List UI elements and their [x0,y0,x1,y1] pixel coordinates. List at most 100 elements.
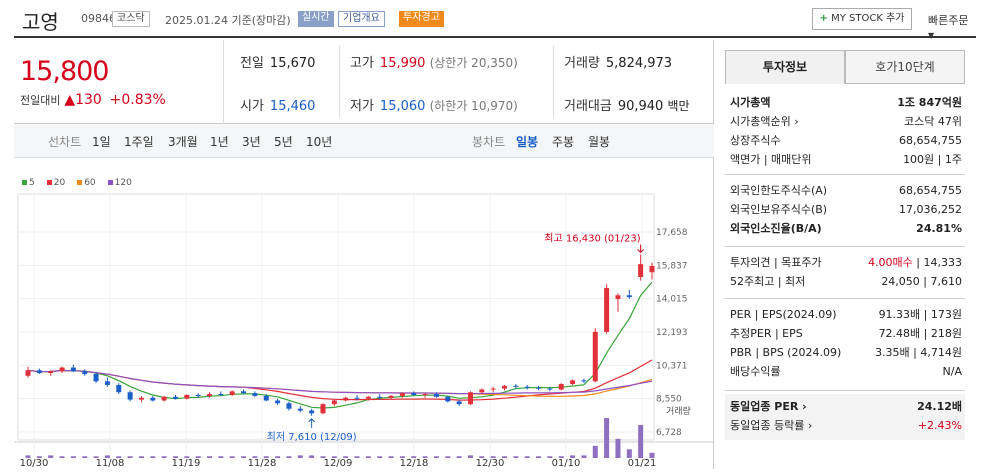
volume-bar [275,456,281,458]
price-chart[interactable]: 5 20 60 120 17,658 15,837 14,015 12,193 10,371 8… [14,158,714,469]
candle [536,387,542,389]
realtime-button[interactable]: 실시간 [298,11,334,27]
legend-item: 5 [22,178,41,188]
tab-monthly[interactable]: 월봉 [588,133,610,150]
volume-bar [570,455,576,458]
upper-limit: (상한가 20,350) [429,56,518,70]
quick-order-button[interactable]: 빠른주문 ▼ [928,12,976,41]
volume-bar [320,456,326,458]
candle [275,400,281,404]
volume-bar [127,456,133,458]
candle [490,388,496,390]
volume-bar [138,456,144,458]
value-text: 24.81% [916,222,962,235]
candle [104,381,110,385]
line-chart-label: 선차트 [48,135,82,149]
tab-invest-info[interactable]: 투자정보 [725,50,845,84]
volume-bar [422,456,428,458]
value-text: 1조 847억원 [897,96,962,109]
candle [377,396,383,398]
side-tabs: 투자정보 호가10단계 [725,50,965,84]
info-row: 추정PER | EPS 72.48배 | 218원 [730,325,962,343]
high-price: 고가 15,990 (상한가 20,350) [350,52,518,71]
tab-1w[interactable]: 1주일 [124,133,154,150]
volume-bar [536,456,542,458]
volume-label: 거래량 [666,405,691,417]
candle [615,295,621,299]
side-panel: 투자정보 호가10단계 시가총액 1조 847억원 시가총액순위 › 코스닥 47위 상… [725,50,965,440]
trade-amount: 거래대금 90,940 백만 [564,95,690,114]
candle [241,391,247,394]
volume-bar [82,456,88,458]
volume-bar [365,456,371,458]
quick-order-label: 빠른주문 [928,14,969,27]
divider [725,298,965,299]
x-tick-label: 01/21 [628,458,657,469]
info-label: 상장주식수 [730,134,781,147]
tab-weekly[interactable]: 주봉 [552,133,574,150]
tab-10y[interactable]: 10년 [306,133,332,150]
tab-1d[interactable]: 1일 [92,133,111,150]
volume-bar [195,456,201,458]
tab-hoga[interactable]: 호가10단계 [845,50,965,84]
value-text: 68,654,755 [899,134,962,147]
candle [286,403,292,409]
high-label: 고가 [350,56,374,71]
legend-label: 60 [84,178,96,188]
tab-1y[interactable]: 1년 [210,133,229,150]
volume-bar [524,456,530,458]
volume-bar [354,456,360,458]
candle [638,264,644,277]
candle [116,384,122,393]
candle [207,394,213,396]
info-value: 91.33배 | 173원 [879,306,962,324]
legend-item: 20 [46,178,71,188]
legend-swatch [46,180,52,185]
change-value: ▲130 [64,92,102,108]
amount-unit: 백만 [667,99,690,113]
tab-daily[interactable]: 일봉 [516,133,538,150]
info-label: 외국인소진율(B/A) [730,222,822,235]
value-text: 24.12배 [917,400,962,413]
info-row: 배당수익률 N/A [730,363,962,381]
tab-3y[interactable]: 3년 [242,133,261,150]
min-arrow [308,418,315,428]
info-label: 액면가 | 매매단위 [730,153,812,166]
info-value: 68,654,755 [899,182,962,200]
candle [184,395,190,399]
candle [399,393,405,396]
info-row: 동일업종 PER › 24.12배 [730,398,962,416]
candle [48,371,54,374]
volume-bar [581,455,587,458]
info-row: 상장주식수 68,654,755 [730,132,962,150]
candle [93,373,99,382]
candle [513,385,519,387]
info-value: 17,036,252 [899,201,962,219]
tab-5y[interactable]: 5년 [274,133,293,150]
prev-value: 15,670 [269,56,316,71]
candle [218,394,224,396]
volume-label: 거래량 [564,56,600,71]
open-label: 시가 [240,99,264,114]
company-info-dropdown[interactable]: 기업개요 [338,11,385,27]
mystock-add-button[interactable]: + MY STOCK 추가 [812,8,912,30]
prev-close: 전일 15,670 [240,52,315,71]
divider [553,46,554,118]
candle [252,393,258,396]
legend-item: 60 [77,178,101,188]
tab-3m[interactable]: 3개월 [168,133,198,150]
info-value: 24.81% [916,220,962,238]
x-tick-label: 12/18 [400,458,429,469]
info-value: +2.43% [918,417,962,435]
info-row: 시가총액 1조 847억원 [730,94,962,112]
info-label: 투자의견 | 목표주가 [730,256,822,269]
low-value: 15,060 [379,99,426,114]
value-text: 68,654,755 [899,184,962,197]
info-row: PBR | BPS (2024.09) 3.35배 | 4,714원 [730,344,962,362]
candle [297,408,303,411]
open-value: 15,460 [269,99,316,114]
opinion-value: 4.00매수 [868,256,913,269]
info-row: 액면가 | 매매단위 100원 | 1주 [730,151,962,169]
legend-swatch [77,180,83,185]
volume-bar [150,456,156,458]
